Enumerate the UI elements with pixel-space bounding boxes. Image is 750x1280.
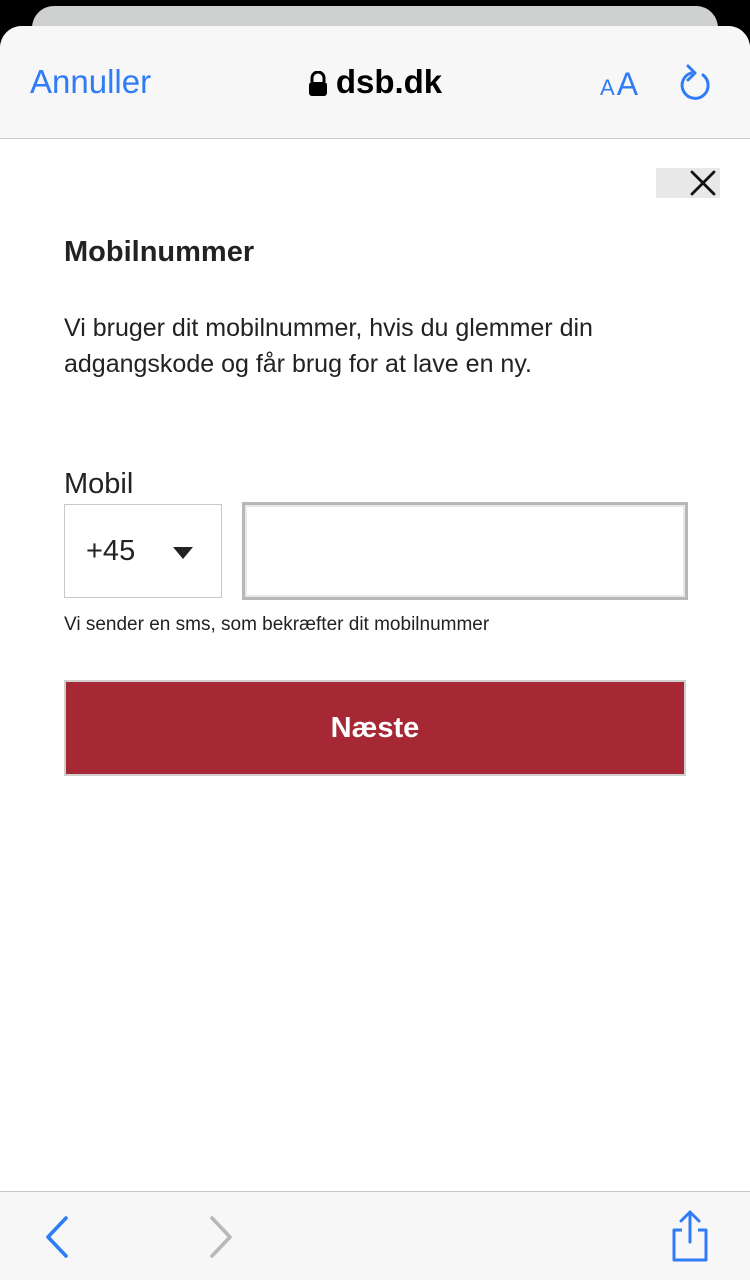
country-code-value: +45 <box>86 535 136 567</box>
text-size-button[interactable]: AA <box>600 62 638 113</box>
mobile-field-label: Mobil <box>64 468 134 500</box>
text-size-small-glyph: A <box>600 75 615 100</box>
form-description: Vi bruger dit mobilnummer, hvis du glemm… <box>64 314 593 378</box>
url-text: dsb.dk <box>335 63 443 100</box>
lock-icon <box>308 70 327 96</box>
sms-hint: Vi sender en sms, som bekræfter dit mobi… <box>64 614 490 635</box>
chevron-left-icon[interactable] <box>40 1214 76 1260</box>
page-title: Mobilnummer <box>64 236 255 268</box>
close-icon <box>690 170 716 196</box>
browser-toolbar <box>0 1191 750 1280</box>
next-button[interactable]: Næste <box>64 680 686 776</box>
share-icon[interactable] <box>668 1208 712 1264</box>
chevron-right-icon <box>210 1216 232 1258</box>
reload-icon[interactable] <box>676 62 716 106</box>
country-code-select[interactable]: +45 <box>64 504 222 598</box>
browser-nav-bar: Annuller dsb.dk AA <box>0 26 750 139</box>
caret-down-icon <box>173 547 193 559</box>
text-size-large-glyph: A <box>616 66 639 102</box>
mobile-number-input[interactable] <box>242 502 688 600</box>
browser-sheet: Annuller dsb.dk AA Mobilnummer Vi bruger… <box>0 26 750 1280</box>
close-button[interactable] <box>656 168 720 198</box>
